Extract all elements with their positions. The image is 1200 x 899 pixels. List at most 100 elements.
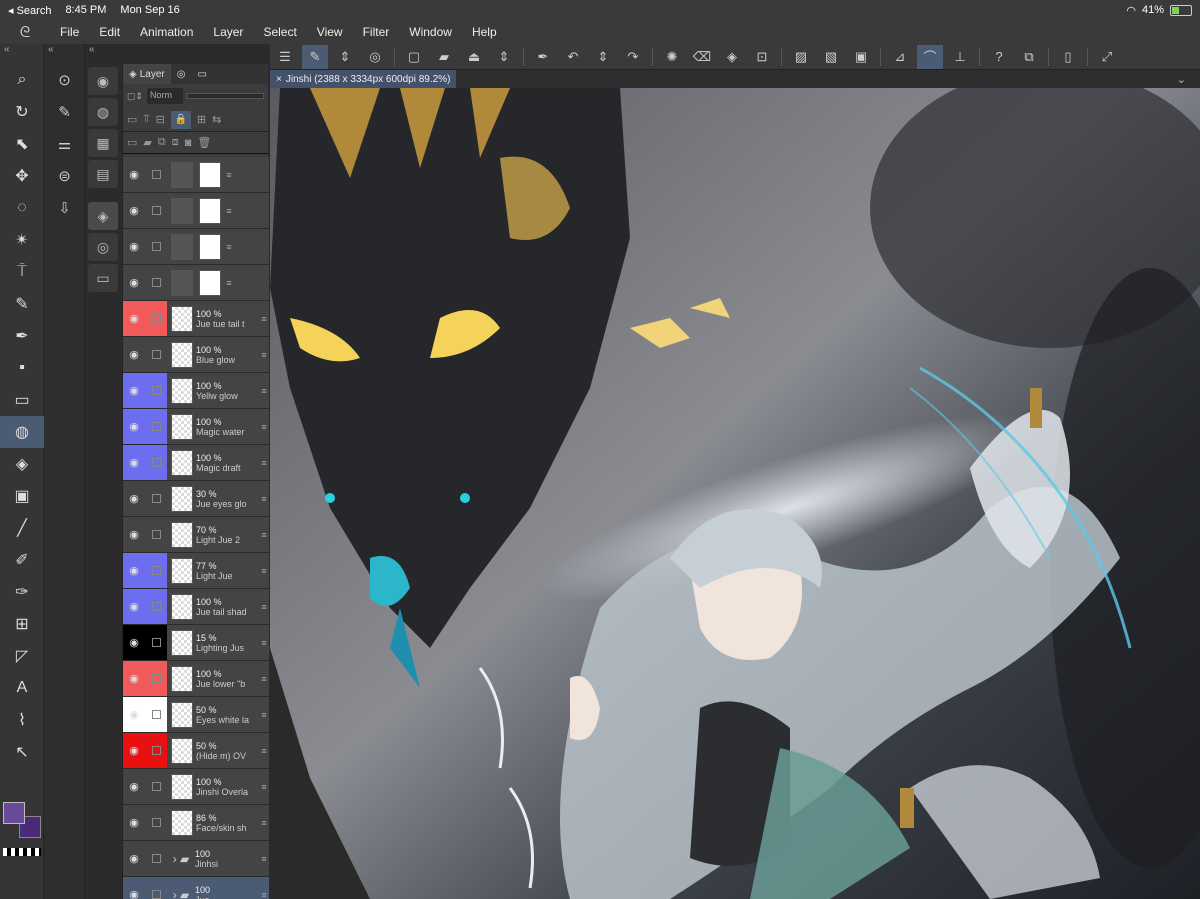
layer-menu-icon[interactable]: ≡ [224, 193, 234, 228]
layer-menu-icon[interactable]: ≡ [259, 517, 269, 552]
layer-menu-icon[interactable]: ≡ [259, 769, 269, 804]
layer-row[interactable]: ◉ 86 % Face/skin sh ≡ [123, 805, 269, 841]
new-folder-icon[interactable]: ▰ [143, 136, 151, 149]
open-icon[interactable]: ▰ [431, 45, 457, 69]
settings-sliders-icon[interactable]: ⚌ [44, 128, 85, 160]
layer-row[interactable]: ◉ 100 % Yellw glow ≡ [123, 373, 269, 409]
navigator-icon[interactable]: ⊙ [44, 64, 85, 96]
layer-row[interactable]: ◉ ≡ [123, 229, 269, 265]
layer-search-icon[interactable]: ▭ [88, 264, 118, 292]
layers-panel-icon[interactable]: ◈ [88, 202, 118, 230]
save-icon[interactable]: ⏏ [461, 45, 487, 69]
eye-icon[interactable]: ◉ [123, 589, 145, 624]
eye-icon[interactable]: ◉ [123, 265, 145, 300]
layer-edit-toggle[interactable] [145, 157, 167, 192]
collapse-icon[interactable]: « [85, 44, 122, 64]
color-wheel-icon[interactable]: ◉ [88, 67, 118, 95]
menu-window[interactable]: Window [399, 25, 462, 39]
lock-transparency-icon[interactable]: ⊞ [197, 113, 206, 126]
mask-icon[interactable]: ◙ [185, 137, 192, 149]
eye-icon[interactable]: ◉ [123, 229, 145, 264]
eye-icon[interactable]: ◉ [123, 733, 145, 768]
transform-icon[interactable]: ⊡ [749, 45, 775, 69]
folder-icon[interactable]: › ▰ [170, 846, 192, 871]
delete-layer-icon[interactable]: 🗑 [197, 136, 211, 149]
layer-mask-thumbnail[interactable] [199, 270, 221, 296]
layer-menu-icon[interactable]: ≡ [259, 445, 269, 480]
tab-layer-search[interactable]: ▭ [191, 69, 212, 80]
tab-layer[interactable]: ◈ Layer [123, 64, 171, 84]
stepper-icon[interactable]: ⇕ [491, 45, 517, 69]
layer-mask-thumbnail[interactable] [199, 162, 221, 188]
new-canvas-icon[interactable]: ▢ [401, 45, 427, 69]
layer-edit-toggle[interactable] [145, 445, 167, 480]
layer-row[interactable]: ◉ › ▰100Jue≡ [123, 877, 269, 899]
operation-tool-icon[interactable]: ⬉ [0, 128, 44, 160]
move-layer-icon[interactable]: ✥ [0, 160, 44, 192]
layer-menu-icon[interactable]: ≡ [259, 481, 269, 516]
eraser-icon[interactable]: ▭ [0, 384, 44, 416]
layer-row[interactable]: ◉ 100 % Blue glow ≡ [123, 337, 269, 373]
layer-row[interactable]: ◉ 30 % Jue eyes glo ≡ [123, 481, 269, 517]
layer-menu-icon[interactable]: ≡ [259, 733, 269, 768]
fill-selection-icon[interactable]: ◈ [719, 45, 745, 69]
eye-icon[interactable]: ◉ [123, 769, 145, 804]
layer-edit-toggle[interactable] [145, 805, 167, 840]
stepper-icon[interactable]: ⇕ [332, 45, 358, 69]
draft-icon[interactable]: ⊟ [156, 113, 165, 126]
text-icon[interactable]: A [0, 672, 44, 704]
layer-menu-icon[interactable]: ≡ [224, 157, 234, 192]
layer-color-icon[interactable]: ▢⇕ [127, 91, 143, 102]
collapse-icon[interactable]: « [44, 44, 84, 64]
lasso-icon[interactable]: ◌ [0, 192, 44, 224]
special-ruler-snap-icon[interactable]: ⌒ [917, 44, 943, 69]
pen-settings-icon[interactable]: ✒ [530, 45, 556, 69]
eye-icon[interactable]: ◉ [123, 337, 145, 372]
eye-icon[interactable]: ◉ [123, 661, 145, 696]
mask-enable-icon[interactable]: ⇆ [212, 113, 221, 126]
layer-menu-icon[interactable]: ≡ [224, 229, 234, 264]
deselect-icon[interactable]: ▨ [788, 45, 814, 69]
layer-edit-toggle[interactable] [145, 481, 167, 516]
app-logo-icon[interactable]: ᘓ [0, 24, 50, 41]
layer-mask-thumbnail[interactable] [199, 198, 221, 224]
decoration-icon[interactable]: ▪ [0, 352, 44, 384]
gradient-icon[interactable]: ▣ [0, 480, 44, 512]
color-swatches[interactable] [0, 796, 44, 899]
eye-icon[interactable]: ◉ [123, 445, 145, 480]
material-icon[interactable]: ⊜ [44, 160, 85, 192]
menu-layer[interactable]: Layer [203, 25, 253, 39]
layer-row[interactable]: ◉ ≡ [123, 265, 269, 301]
layer-edit-toggle[interactable] [145, 517, 167, 552]
layer-edit-toggle[interactable] [145, 553, 167, 588]
ruler-snap-icon[interactable]: ⊿ [887, 45, 913, 69]
companion-icon[interactable]: ◎ [362, 45, 388, 69]
clear-icon[interactable]: ⌫ [689, 45, 715, 69]
layer-menu-icon[interactable]: ≡ [259, 625, 269, 660]
device-icon[interactable]: ▯ [1055, 45, 1081, 69]
tab-layer-property[interactable]: ◎ [171, 69, 192, 80]
layer-edit-toggle[interactable] [145, 697, 167, 732]
layer-edit-toggle[interactable] [145, 589, 167, 624]
layer-menu-icon[interactable]: ≡ [259, 373, 269, 408]
eye-icon[interactable]: ◉ [123, 373, 145, 408]
layer-edit-toggle[interactable] [145, 661, 167, 696]
clip-icon[interactable]: ▭ [127, 113, 137, 126]
menu-help[interactable]: Help [462, 25, 507, 39]
eye-icon[interactable]: ◉ [123, 157, 145, 192]
eye-icon[interactable]: ◉ [123, 805, 145, 840]
menu-filter[interactable]: Filter [353, 25, 400, 39]
layer-edit-toggle[interactable] [145, 301, 167, 336]
chevron-down-icon[interactable]: ⌄ [1177, 73, 1186, 86]
menu-file[interactable]: File [50, 25, 89, 39]
layer-edit-toggle[interactable] [145, 373, 167, 408]
back-to-search-link[interactable]: ◂ Search [8, 4, 51, 17]
transparent-color-swatch[interactable] [3, 848, 41, 856]
layer-row[interactable]: ◉ 100 % Magic water ≡ [123, 409, 269, 445]
layer-edit-toggle[interactable] [145, 229, 167, 264]
folder-icon[interactable]: › ▰ [170, 882, 192, 899]
layer-edit-toggle[interactable] [145, 625, 167, 660]
layer-edit-toggle[interactable] [145, 409, 167, 444]
window-icon[interactable]: ⧉ [1016, 45, 1042, 69]
canvas-viewport[interactable] [270, 88, 1200, 899]
